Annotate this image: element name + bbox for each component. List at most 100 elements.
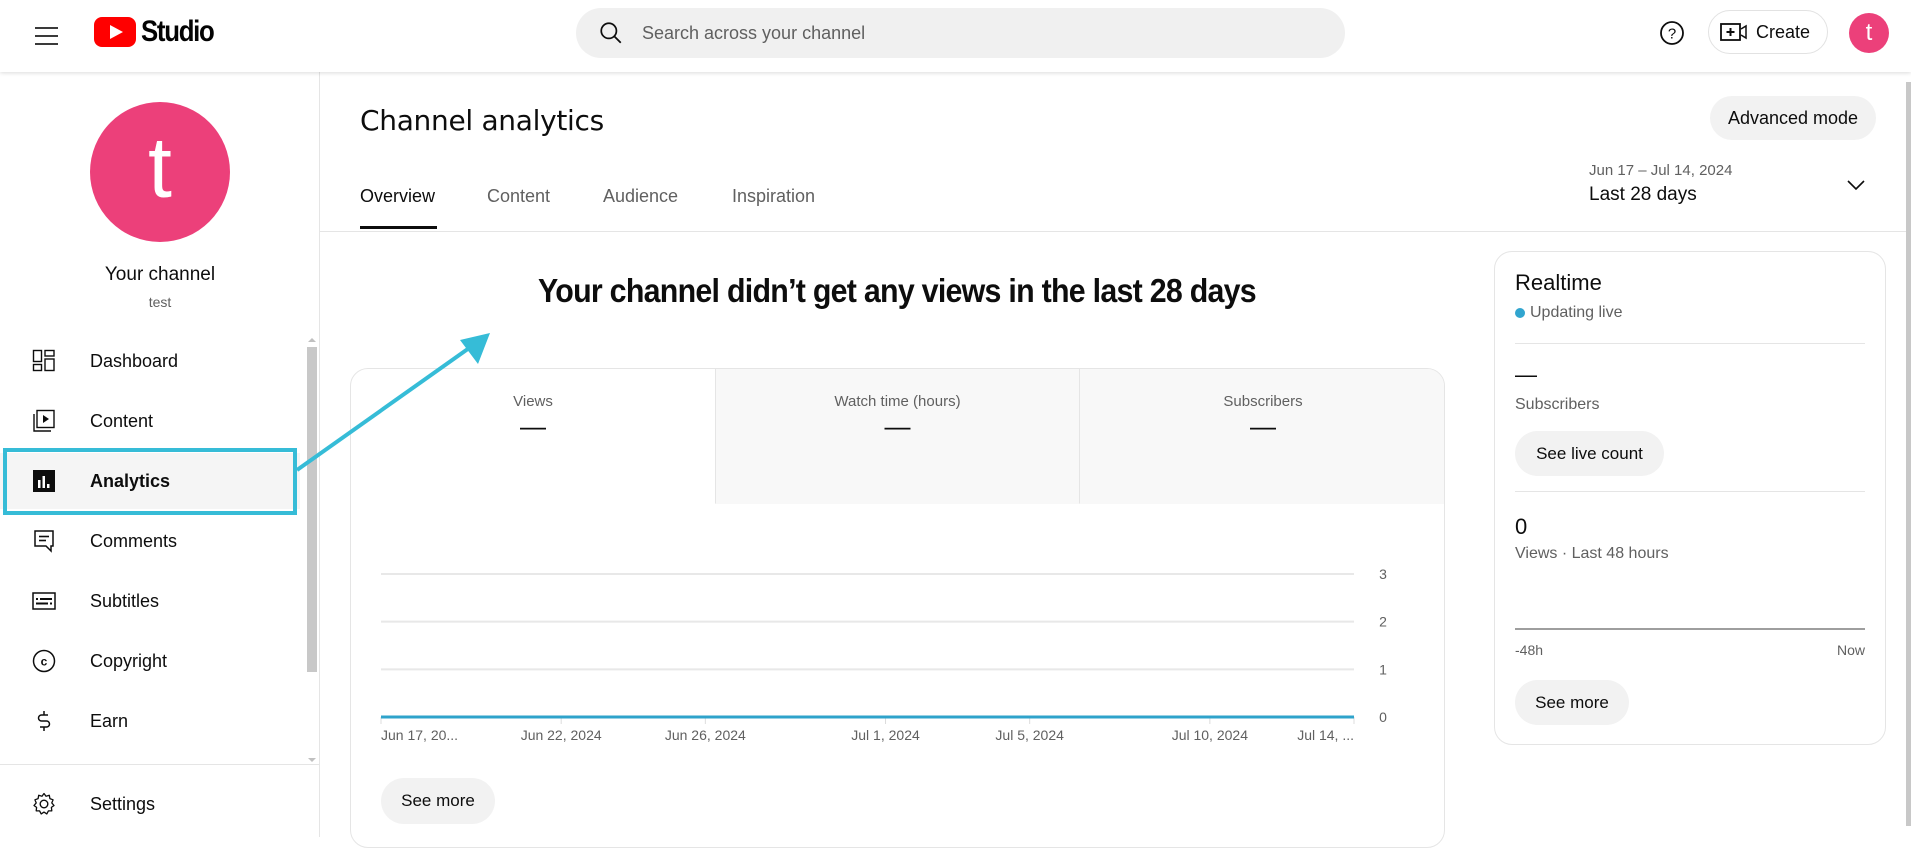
chart-x-tick-label: Jul 10, 2024 [1172, 727, 1248, 743]
sidebar-item-dashboard[interactable]: Dashboard [0, 333, 300, 389]
sidebar-item-settings[interactable]: Settings [0, 776, 300, 832]
metric-tab-subscribers[interactable]: Subscribers — [1079, 369, 1444, 504]
chart-y-tick-label: 1 [1379, 661, 1387, 677]
realtime-status-text: Updating live [1530, 304, 1623, 321]
metric-value: — [1250, 411, 1276, 441]
menu-button[interactable] [28, 18, 64, 54]
realtime-axis-end: Now [1836, 642, 1865, 658]
views-line-chart: 0 1 2 3 Jun 17, 20... Jun 22, 2024 Jun 26, 202… [380, 566, 1387, 743]
scroll-down-arrow[interactable] [308, 758, 316, 762]
sidebar-item-analytics[interactable]: Analytics [0, 453, 300, 509]
sidebar-item-label: Subtitles [90, 590, 160, 611]
analytics-icon [33, 470, 55, 492]
realtime-card: Realtime Updating live — Subscribers See… [1494, 251, 1886, 745]
sidebar-item-label: Comments [90, 530, 178, 551]
metric-tab-views[interactable]: Views — [351, 369, 715, 504]
channel-handle: test [148, 294, 172, 310]
chevron-down-icon [1847, 180, 1865, 191]
hamburger-menu-icon [35, 27, 58, 29]
annotation-arrow-head [460, 333, 490, 364]
sidebar: t Your channel test Dashboard Content An… [0, 72, 320, 837]
metric-label: Subscribers [1223, 393, 1303, 410]
realtime-divider [1515, 491, 1865, 492]
sidebar-item-label: Earn [90, 710, 129, 731]
realtime-status: Updating live [1515, 304, 1623, 322]
chart-y-tick-label: 0 [1379, 709, 1387, 725]
live-dot-icon [1515, 308, 1525, 318]
realtime-views-value: 0 [1515, 514, 1528, 539]
tab-inspiration[interactable]: Inspiration [732, 186, 815, 231]
dollar-icon [37, 711, 51, 731]
help-button[interactable]: ? [1655, 16, 1689, 50]
studio-logo[interactable]: Studio [94, 15, 225, 48]
copyright-icon: c [32, 649, 56, 673]
sidebar-divider [0, 764, 319, 765]
top-bar: Studio ? Create t [0, 0, 1911, 72]
content-icon [33, 409, 55, 432]
main-scrollbar[interactable] [1906, 82, 1911, 826]
search-input[interactable] [642, 22, 1242, 44]
realtime-axis-start: -48h [1515, 642, 1544, 658]
youtube-play-icon [94, 17, 136, 47]
dashboard-icon [32, 349, 55, 372]
realtime-views-label: Views · Last 48 hours [1515, 545, 1669, 562]
sidebar-item-copyright[interactable]: c Copyright [0, 633, 300, 689]
sidebar-item-label: Copyright [90, 650, 168, 671]
metric-label: Views [513, 393, 553, 410]
chart-x-tick-label: Jun 22, 2024 [521, 727, 602, 743]
sidebar-item-subtitles[interactable]: Subtitles [0, 573, 300, 629]
realtime-title: Realtime [1515, 270, 1602, 295]
advanced-mode-button[interactable]: Advanced mode [1710, 96, 1876, 140]
realtime-chart-axis [1515, 628, 1865, 630]
chart-y-tick-label: 2 [1379, 614, 1387, 630]
sidebar-item-label: Dashboard [90, 350, 179, 371]
channel-title: Your channel [104, 264, 216, 285]
create-button[interactable]: Create [1708, 10, 1828, 54]
hamburger-menu-icon-bar [35, 35, 58, 37]
sidebar-item-label: Settings [90, 793, 156, 814]
sidebar-item-label: Content [90, 410, 154, 431]
account-avatar[interactable]: t [1849, 13, 1889, 53]
svg-text:?: ? [1668, 26, 1676, 43]
chart-y-tick-label: 3 [1379, 566, 1387, 582]
video-plus-icon [1720, 23, 1747, 41]
subtitles-icon [32, 592, 56, 610]
date-range-text: Jun 17 – Jul 14, 2024 [1589, 162, 1733, 179]
sidebar-item-comments[interactable]: Comments [0, 513, 300, 569]
realtime-see-more-button[interactable]: See more [1515, 680, 1629, 725]
page-title: Channel analytics [360, 104, 604, 137]
app-name: Studio [141, 15, 215, 48]
realtime-subscribers-label: Subscribers [1515, 396, 1600, 413]
metric-label: Watch time (hours) [834, 393, 961, 410]
chart-x-tick-label: Jul 1, 2024 [851, 727, 920, 743]
chart-x-tick-label: Jun 26, 2024 [665, 727, 746, 743]
see-live-count-button[interactable]: See live count [1515, 431, 1664, 476]
tab-content[interactable]: Content [487, 186, 550, 231]
sidebar-item-label: Analytics [90, 470, 171, 491]
help-circle-icon: ? [1660, 21, 1684, 45]
metric-tab-watch-time[interactable]: Watch time (hours) — [715, 369, 1079, 504]
date-preset-label: Last 28 days [1589, 184, 1697, 205]
svg-text:c: c [41, 655, 48, 669]
sidebar-item-earn[interactable]: Earn [0, 693, 300, 749]
sidebar-scrollbar[interactable] [307, 347, 317, 672]
scroll-up-arrow[interactable] [308, 338, 316, 342]
see-more-button[interactable]: See more [381, 778, 495, 824]
metric-value: — [520, 411, 546, 441]
channel-avatar[interactable]: t [90, 102, 230, 242]
tabs-divider [320, 231, 1907, 232]
search-bar[interactable] [576, 8, 1345, 58]
sidebar-item-content[interactable]: Content [0, 393, 300, 449]
chart-x-tick-label: Jul 5, 2024 [995, 727, 1064, 743]
gear-icon [33, 792, 55, 815]
metric-value: — [884, 411, 911, 441]
tab-audience[interactable]: Audience [603, 186, 678, 231]
hamburger-menu-icon-bar [35, 43, 58, 45]
search-icon [600, 22, 622, 44]
create-label: Create [1756, 21, 1811, 42]
comments-icon [34, 530, 54, 553]
date-range-picker[interactable]: Jun 17 – Jul 14, 2024 Last 28 days [1580, 158, 1880, 214]
tab-overview[interactable]: Overview [360, 186, 435, 231]
chart-x-tick-label: Jun 17, 20... [381, 727, 458, 743]
realtime-divider [1515, 343, 1865, 344]
